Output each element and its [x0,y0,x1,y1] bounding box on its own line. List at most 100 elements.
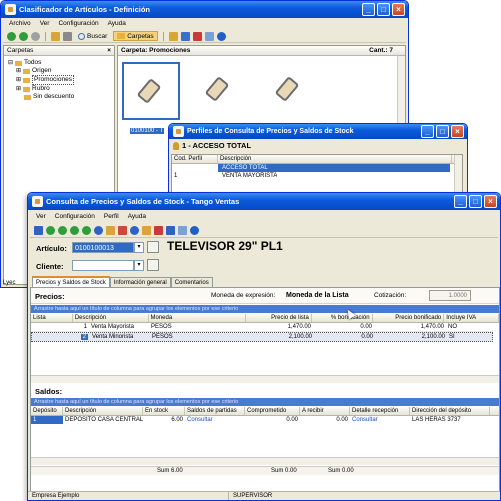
export-icon[interactable] [118,225,127,235]
chart-icon[interactable] [154,225,163,235]
column-header[interactable]: Depósito [31,407,63,415]
clasificador-title-bar[interactable]: Clasificador de Artículos - Definición _… [1,1,408,18]
column-header[interactable]: % bonificación [312,314,373,322]
search-icon[interactable] [130,225,139,235]
item-thumbnail[interactable] [188,62,246,120]
folders-button[interactable]: Carpetas [113,31,158,41]
minimize-button[interactable]: _ [362,3,375,16]
prices-horizontal-scrollbar[interactable] [31,375,499,383]
record-next-icon[interactable] [70,225,79,235]
record-prev-icon[interactable] [58,225,67,235]
user-icon[interactable] [142,225,151,235]
column-header[interactable]: Cod. Perfil [172,155,218,163]
column-header[interactable]: Detalle recepción [350,407,410,415]
tab-informacion-general[interactable]: Información general [109,277,171,287]
client-lookup-icon[interactable] [147,259,159,271]
column-header[interactable]: Descripción [218,155,452,163]
forward-icon[interactable] [19,31,28,41]
consultar-link[interactable]: Consultar [185,416,245,424]
consultar-link[interactable]: Consultar [350,416,410,424]
search-button[interactable]: Buscar [75,32,110,40]
close-panel-icon[interactable]: × [107,46,111,55]
article-code-input[interactable]: 0100100013 [72,242,134,253]
help-icon[interactable] [216,31,226,41]
menu-configuracion[interactable]: Configuración [58,19,98,29]
app-icon [173,126,184,137]
delete-icon[interactable] [192,31,202,41]
refresh-icon[interactable] [94,225,103,235]
minimize-button[interactable]: _ [421,125,434,138]
layout-icon[interactable] [178,225,187,235]
move-icon[interactable] [168,31,178,41]
perfiles-title-bar[interactable]: Perfiles de Consulta de Precios y Saldos… [169,124,467,139]
menu-ver[interactable]: Ver [40,19,50,29]
search-icon [78,32,85,40]
copy-icon[interactable] [63,31,72,41]
close-button[interactable]: × [451,125,464,138]
menu-configuracion[interactable]: Configuración [55,212,95,222]
column-header[interactable]: Saldos de partidas [185,407,245,415]
maximize-button[interactable]: □ [377,3,390,16]
properties-icon[interactable] [204,31,214,41]
view-icon[interactable] [51,31,60,41]
settings-icon[interactable] [166,225,175,235]
article-dropdown-button[interactable]: ▾ [134,242,144,253]
stock-horizontal-scrollbar[interactable] [31,457,499,465]
quote-input[interactable]: 1.0000 [429,290,471,301]
consulta-toolbar [30,223,498,238]
table-row[interactable]: 1 DEPOSITO CASA CENTRAL 6.00 Consultar 0… [31,416,493,424]
print-icon[interactable] [106,225,115,235]
tree-item-rubro[interactable]: ⊞ Rubro [8,85,114,93]
client-dropdown-button[interactable]: ▾ [134,260,144,271]
tree-item-promociones[interactable]: ⊞ Promociones [8,75,114,85]
menu-archivo[interactable]: Archivo [9,19,31,29]
record-first-icon[interactable] [46,225,55,235]
table-row[interactable]: 1 Venta Mayorista PESOS 1,470.00 0.00 1,… [31,323,493,332]
back-icon[interactable] [7,31,16,41]
help-icon[interactable] [190,225,199,235]
prices-group-hint[interactable]: Arrastre hasta aquí un título de columna… [31,305,499,313]
stock-group-hint[interactable]: Arrastre hasta aquí un título de columna… [31,398,499,406]
column-header[interactable]: Descripción [73,314,149,322]
item-thumbnail-selected[interactable] [122,62,180,120]
column-header[interactable]: Moneda [149,314,247,322]
table-row-selected[interactable]: ACCESO TOTAL [218,164,450,172]
column-header[interactable]: Comprometido [245,407,300,415]
minimize-button[interactable]: _ [454,195,467,208]
menu-ayuda[interactable]: Ayuda [108,19,126,29]
tree-item-todos[interactable]: ⊟ Todos [8,59,114,67]
tree-item-sin-descuento[interactable]: Sin descuento [8,93,114,101]
first-icon[interactable] [34,225,43,235]
table-row[interactable]: 1 VENTA MAYORISTA [172,172,462,180]
consulta-title-bar[interactable]: Consulta de Precios y Saldos de Stock - … [28,193,500,210]
maximize-button[interactable]: □ [469,195,482,208]
close-button[interactable]: × [484,195,497,208]
column-header[interactable]: En stock [143,407,185,415]
up-icon[interactable] [31,31,40,41]
column-header[interactable]: Descripción [63,407,143,415]
tree-item-origen[interactable]: ⊞ Origen [8,67,114,75]
consulta-title: Consulta de Precios y Saldos de Stock - … [46,197,240,206]
tab-comentarios[interactable]: Comentarios [170,277,213,287]
column-header[interactable]: Incluye IVA [444,314,500,322]
folder-icon [117,33,126,39]
menu-perfil[interactable]: Perfil [104,212,119,222]
menu-ver[interactable]: Ver [36,212,46,222]
column-header[interactable]: Precio bonificado [373,314,445,322]
column-header[interactable]: Dirección del depósito [410,407,490,415]
clasificador-menubar: Archivo Ver Configuración Ayuda [3,19,406,29]
item-thumbnail[interactable] [258,62,316,120]
menu-ayuda[interactable]: Ayuda [128,212,146,222]
close-button[interactable]: × [392,3,405,16]
tab-precios-saldos[interactable]: Precios y Saldos de Stock [32,276,110,287]
record-last-icon[interactable] [82,225,91,235]
column-header[interactable]: A recibir [300,407,350,415]
article-lookup-icon[interactable] [147,241,159,253]
client-input[interactable] [72,260,134,271]
column-header[interactable]: Lista [31,314,73,322]
table-row-selected[interactable]: 2 Venta Minorista PESOS 2,100.00 0.00 2,… [31,332,493,342]
maximize-button[interactable]: □ [436,125,449,138]
filter-icon[interactable] [180,31,190,41]
column-header[interactable]: Precio de lista [246,314,312,322]
currency-select[interactable]: Moneda de la Lista [286,292,349,299]
